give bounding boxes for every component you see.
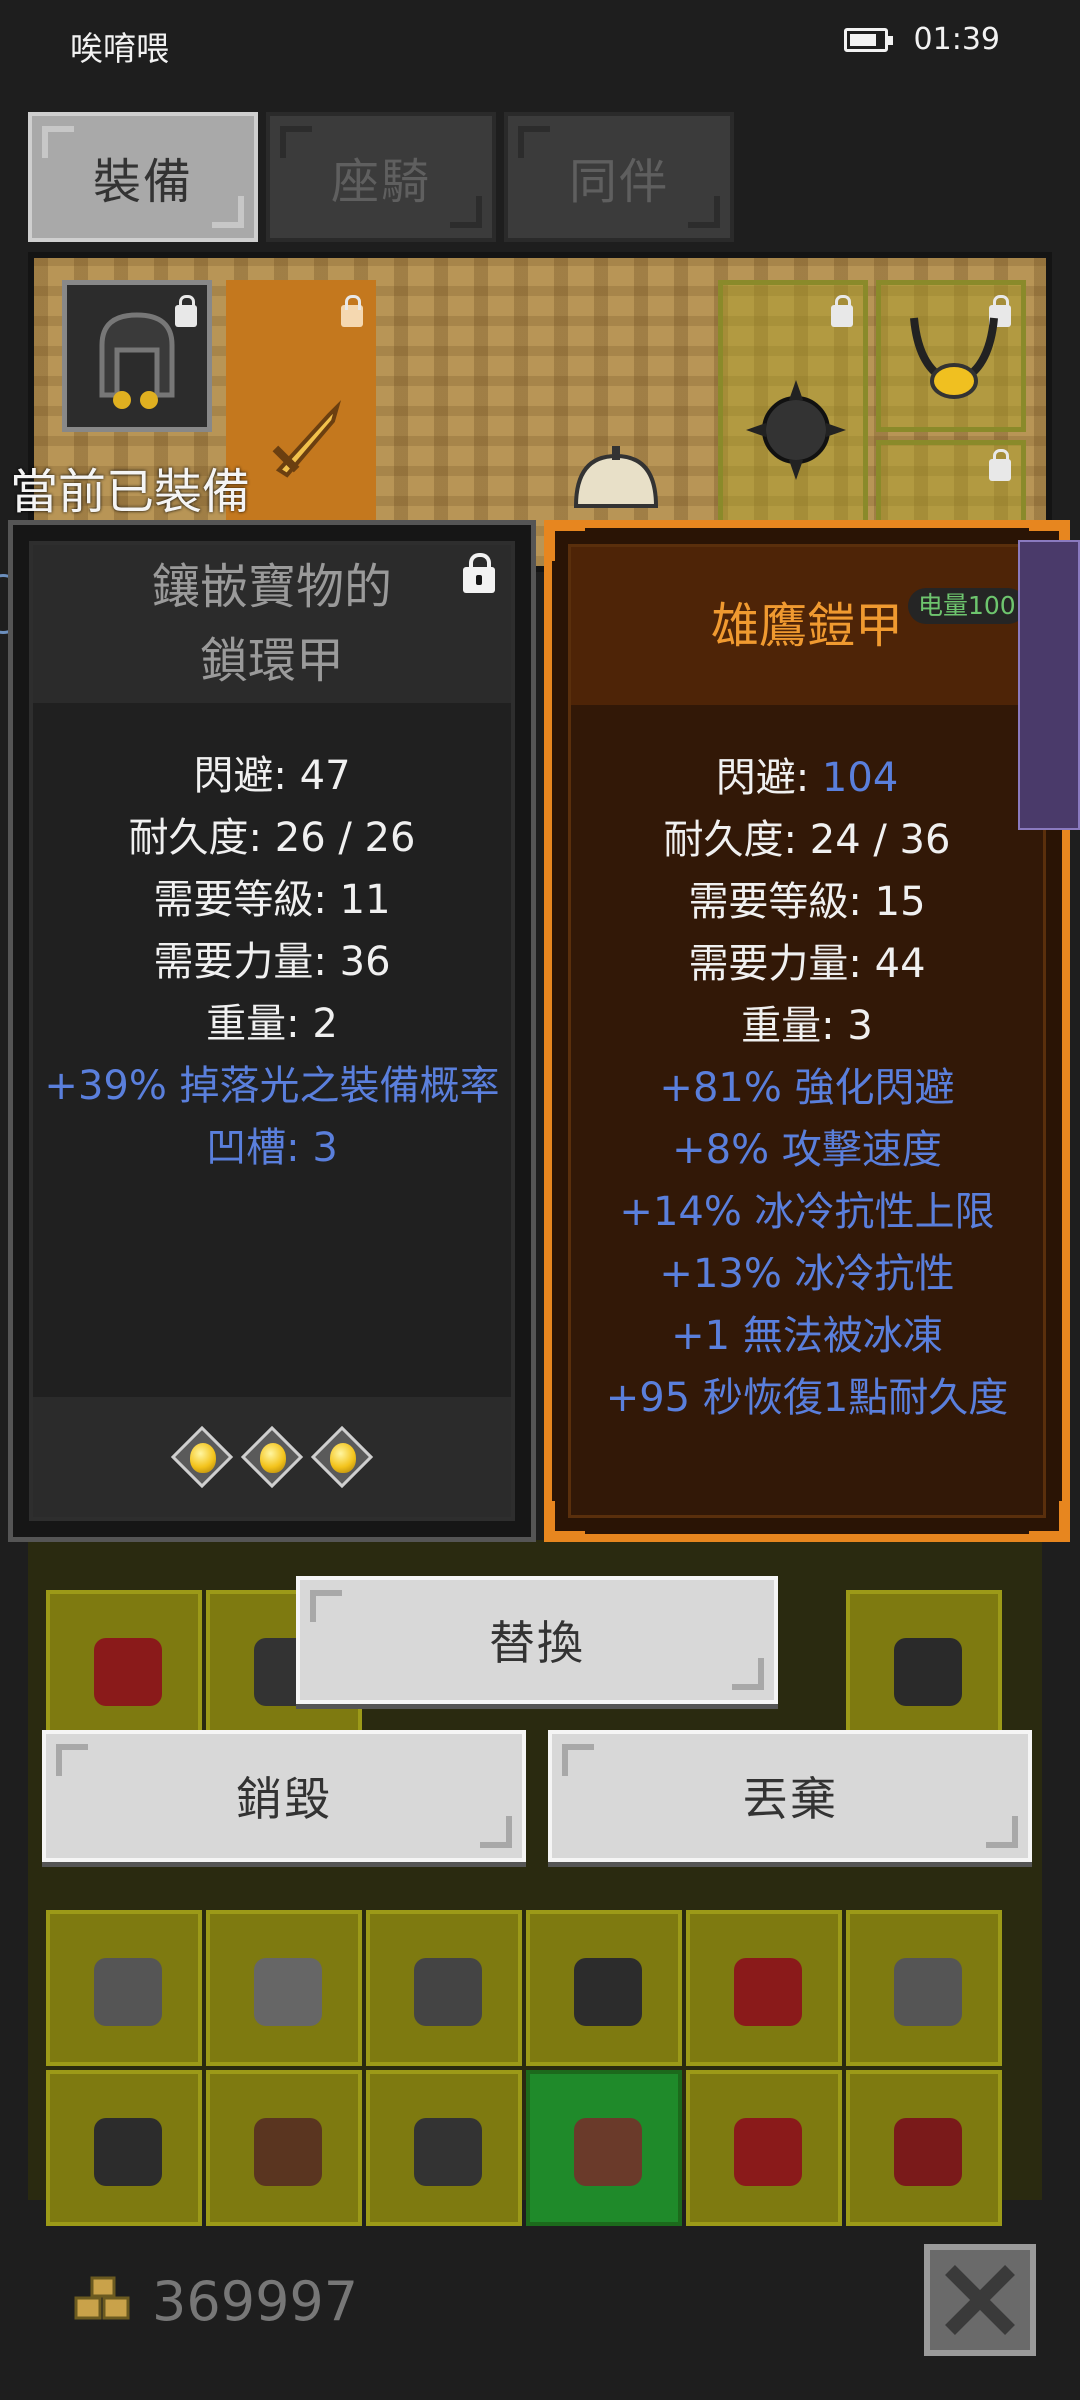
inventory-slot[interactable]	[46, 2070, 202, 2226]
item-title: 雄鷹鎧甲	[571, 547, 1043, 705]
status-carrier: 唉唷喂	[70, 29, 169, 68]
affix: +81% 強化閃避	[659, 1065, 955, 1111]
affix: +95 秒恢復1點耐久度	[605, 1375, 1009, 1421]
inventory-slot[interactable]	[366, 1910, 522, 2066]
affix-sockets: 凹槽: 3	[206, 1125, 338, 1171]
item-stats: 閃避: 104 耐久度: 24 / 36 需要等級: 15 需要力量: 44 重…	[571, 747, 1043, 1429]
inventory-slot[interactable]	[366, 2070, 522, 2226]
sword-icon	[272, 400, 342, 478]
stat-required-level: 需要等級: 15	[688, 879, 926, 925]
equip-slot-helmet[interactable]	[62, 280, 212, 432]
stat-required-level: 需要等級: 11	[153, 877, 391, 923]
inventory-slot[interactable]	[526, 2070, 682, 2226]
affix: +39% 掉落光之裝備概率	[44, 1063, 500, 1109]
item-stats: 閃避: 47 耐久度: 26 / 26 需要等級: 11 需要力量: 36 重量…	[33, 745, 511, 1179]
gem-icon	[240, 1425, 304, 1489]
affix: +8% 攻擊速度	[672, 1127, 942, 1173]
discard-button[interactable]: 丟棄	[548, 1730, 1032, 1862]
inventory-slot[interactable]	[846, 2070, 1002, 2226]
gem-icon	[310, 1425, 374, 1489]
helmet-icon	[99, 312, 175, 409]
character-helmet-icon	[573, 446, 659, 508]
destroy-label: 銷毀	[236, 1772, 332, 1826]
tab-label: 裝備	[92, 154, 193, 210]
inventory-slot[interactable]	[46, 1590, 202, 1746]
socket-gems	[33, 1397, 511, 1517]
affix: +13% 冰冷抗性	[659, 1251, 955, 1297]
overlay-thumbnail-strip[interactable]	[1018, 540, 1080, 830]
replace-label: 替換	[489, 1616, 585, 1670]
tab-companion[interactable]: 同伴	[504, 112, 734, 242]
inventory-slot[interactable]	[46, 1910, 202, 2066]
stat-durability: 耐久度: 24 / 36	[663, 817, 951, 863]
inventory-slot[interactable]	[206, 2070, 362, 2226]
item-name-line2: 鎖環甲	[199, 633, 344, 689]
close-button[interactable]	[924, 2244, 1036, 2356]
inventory-slot[interactable]	[846, 1590, 1002, 1746]
inventory-slot[interactable]	[846, 1910, 1002, 2066]
affix: +14% 冰冷抗性上限	[619, 1189, 995, 1235]
tab-mount[interactable]: 座騎	[266, 112, 496, 242]
battery-icon	[844, 28, 893, 52]
gold-amount: 369997	[152, 2270, 359, 2333]
stat-required-strength: 需要力量: 36	[153, 939, 391, 985]
affix: +1 無法被冰凍	[671, 1313, 943, 1359]
equipped-label: 當前已裝備	[10, 464, 251, 520]
item-name-line1: 鑲嵌寶物的	[151, 559, 392, 615]
lock-icon	[341, 295, 363, 327]
lock-icon	[989, 449, 1011, 481]
lock-icon[interactable]	[463, 553, 495, 593]
item-name: 雄鷹鎧甲	[710, 598, 903, 654]
tab-label: 座騎	[330, 154, 431, 210]
lock-icon	[831, 295, 853, 327]
close-icon	[945, 2265, 1015, 2335]
gem-icon	[170, 1425, 234, 1489]
power-badge: 电量100	[908, 588, 1026, 624]
tab-label: 同伴	[568, 154, 669, 210]
status-time: 01:39	[913, 22, 1000, 57]
replace-button[interactable]: 替換	[296, 1576, 778, 1704]
stat-required-strength: 需要力量: 44	[688, 941, 926, 987]
inventory-slot[interactable]	[686, 2070, 842, 2226]
stat-weight: 重量: 3	[741, 1003, 873, 1049]
tab-equipment[interactable]: 裝備	[28, 112, 258, 242]
compare-item-panel: 雄鷹鎧甲 閃避: 104 耐久度: 24 / 36 需要等級: 15 需要力量:…	[544, 520, 1070, 1542]
stat-dodge: 閃避: 104	[715, 755, 899, 801]
amulet-icon	[910, 317, 998, 399]
inventory-slot[interactable]	[206, 1910, 362, 2066]
stat-weight: 重量: 2	[206, 1001, 338, 1047]
discard-label: 丟棄	[742, 1772, 838, 1826]
item-title: 鑲嵌寶物的 鎖環甲	[33, 545, 511, 703]
spiked-shield-icon	[746, 380, 846, 480]
equip-slot-amulet[interactable]	[876, 280, 1026, 432]
stat-dodge: 閃避: 47	[193, 753, 351, 799]
inventory-slot[interactable]	[686, 1910, 842, 2066]
inventory-slot[interactable]	[526, 1910, 682, 2066]
gold-coins-icon	[74, 2276, 130, 2320]
current-item-panel: 鑲嵌寶物的 鎖環甲 閃避: 47 耐久度: 26 / 26 需要等級: 11 需…	[8, 520, 536, 1542]
stat-durability: 耐久度: 26 / 26	[128, 815, 416, 861]
destroy-button[interactable]: 銷毀	[42, 1730, 526, 1862]
